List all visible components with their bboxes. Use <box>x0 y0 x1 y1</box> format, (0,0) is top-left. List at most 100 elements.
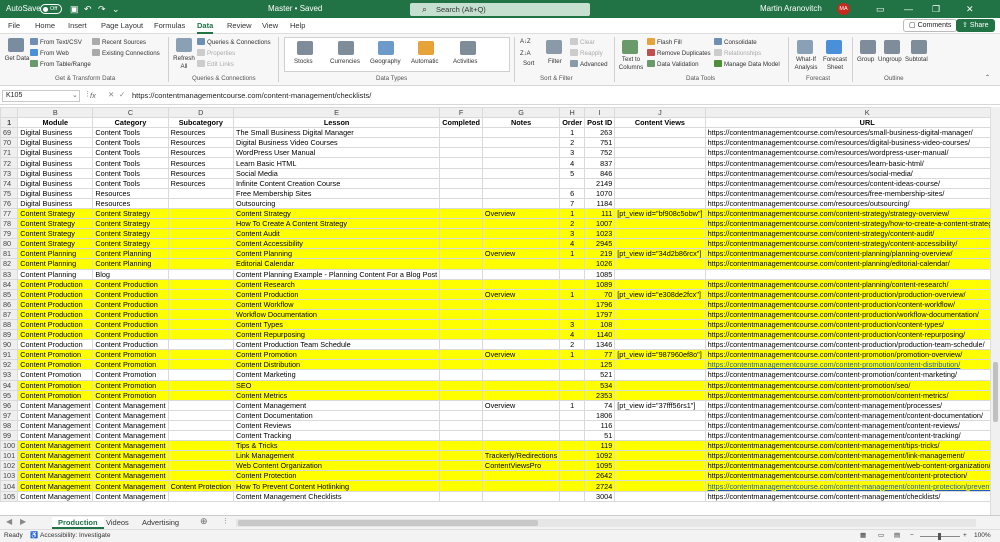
cell-category[interactable]: Content Management <box>92 409 169 421</box>
cell-category[interactable]: Content Tools <box>92 157 169 169</box>
header-order[interactable]: Order <box>559 117 586 129</box>
cell-order[interactable] <box>559 409 586 421</box>
cell-url[interactable]: https://contentmanagementcourse.com/cont… <box>704 258 990 270</box>
cell-order[interactable]: 1 <box>559 127 586 139</box>
cell-url[interactable]: https://contentmanagementcourse.com/cont… <box>704 349 990 361</box>
redo-icon[interactable]: ↷ <box>98 3 106 15</box>
forecast-sheet-button[interactable]: Forecast Sheet <box>822 56 848 72</box>
cell-url[interactable]: https://contentmanagementcourse.com/reso… <box>704 197 990 209</box>
row-number[interactable]: 82 <box>0 258 19 270</box>
tab-data[interactable]: Data <box>197 20 214 34</box>
cell-notes[interactable]: Trackerly/Redirections <box>481 450 561 462</box>
cell-post-id[interactable]: 1092 <box>584 450 616 462</box>
cell-lesson[interactable]: Content Documentation <box>233 409 441 421</box>
cell-order[interactable] <box>559 298 586 310</box>
row-number[interactable]: 81 <box>0 248 19 260</box>
cell-category[interactable]: Content Management <box>92 460 169 472</box>
cell-content-views[interactable] <box>614 177 706 189</box>
row-number[interactable]: 76 <box>0 197 19 209</box>
cell-lesson[interactable]: Content Production <box>233 288 441 300</box>
cell-post-id[interactable]: 1085 <box>584 268 616 280</box>
remove-duplicates-button[interactable]: Remove Duplicates <box>647 49 711 58</box>
flash-fill-button[interactable]: Flash Fill <box>647 38 682 47</box>
cell-subcategory[interactable] <box>167 429 235 442</box>
from-web-button[interactable]: From Web <box>30 49 69 58</box>
cell-content-views[interactable]: [pt_view id="34d2b86rcx"] <box>614 248 706 260</box>
cell-post-id[interactable]: 1026 <box>584 258 616 270</box>
cell-lesson[interactable]: Content Tracking <box>233 429 441 442</box>
cell-content-views[interactable] <box>614 137 706 149</box>
cell-order[interactable]: 2 <box>559 339 586 351</box>
cell-category[interactable]: Content Production <box>92 278 169 290</box>
cell-url[interactable]: https://contentmanagementcourse.com/reso… <box>704 127 990 139</box>
row-number[interactable]: 86 <box>0 298 19 310</box>
row-number[interactable]: 77 <box>0 207 19 220</box>
cell-post-id[interactable]: 74 <box>584 399 616 411</box>
row-number[interactable]: 91 <box>0 349 19 361</box>
cell-url[interactable]: https://contentmanagementcourse.com/cont… <box>704 429 990 442</box>
column-header-b[interactable]: B <box>17 107 94 119</box>
cell-subcategory[interactable]: Resources <box>167 127 235 139</box>
cell-content-views[interactable] <box>614 409 706 421</box>
tab-help[interactable]: Help <box>290 20 305 32</box>
cell-category[interactable]: Content Production <box>92 329 169 341</box>
cell-lesson[interactable]: Content Accessibility <box>233 238 441 250</box>
cell-category[interactable]: Content Production <box>92 298 169 310</box>
cell-module[interactable]: Content Planning <box>17 258 94 270</box>
prev-sheet-icon[interactable]: ◀ <box>6 517 12 526</box>
cell-subcategory[interactable] <box>167 369 235 381</box>
row-number[interactable]: 98 <box>0 419 19 432</box>
column-header-f[interactable]: F <box>439 107 483 119</box>
cell-lesson[interactable]: Outsourcing <box>233 197 441 209</box>
cell-content-views[interactable] <box>614 147 706 159</box>
cell-url[interactable]: https://contentmanagementcourse.com/cont… <box>704 238 990 250</box>
cell-post-id[interactable]: 1797 <box>584 308 616 320</box>
row-number[interactable]: 88 <box>0 318 19 331</box>
cell-content-views[interactable] <box>614 218 706 230</box>
cell-category[interactable]: Content Tools <box>92 177 169 189</box>
cell-lesson[interactable]: Content Planning Example - Planning Cont… <box>233 268 441 280</box>
cell-content-views[interactable]: [pt_view id="37fff56rs1"] <box>614 399 706 411</box>
cell-url[interactable]: https://contentmanagementcourse.com/cont… <box>704 308 990 320</box>
cell-order[interactable]: 1 <box>559 288 586 300</box>
cell-category[interactable]: Content Promotion <box>92 359 169 371</box>
customize-quick-access-icon[interactable]: ⌄ <box>112 3 120 15</box>
cell-lesson[interactable]: Content Types <box>233 318 441 331</box>
cell-completed[interactable] <box>439 399 483 411</box>
cell-category[interactable]: Resources <box>92 187 169 199</box>
activities-button[interactable]: Activities <box>453 58 477 66</box>
cell-post-id[interactable]: 837 <box>584 157 616 169</box>
manage-data-model-button[interactable]: Manage Data Model <box>714 60 780 69</box>
cell-post-id[interactable]: 1089 <box>584 278 616 290</box>
cell-subcategory[interactable] <box>167 308 235 320</box>
cell-completed[interactable] <box>439 258 483 270</box>
cell-content-views[interactable] <box>614 167 706 179</box>
cell-content-views[interactable] <box>614 197 706 209</box>
cell-completed[interactable] <box>439 490 483 502</box>
cell-post-id[interactable]: 521 <box>584 369 616 381</box>
cell-module[interactable]: Content Strategy <box>17 207 94 220</box>
cell-subcategory[interactable] <box>167 197 235 209</box>
cell-module[interactable]: Content Strategy <box>17 238 94 250</box>
cell-subcategory[interactable] <box>167 218 235 230</box>
cell-content-views[interactable] <box>614 490 706 502</box>
cell-completed[interactable] <box>439 389 483 401</box>
close-icon[interactable]: ✕ <box>966 0 974 18</box>
relationships-button[interactable]: Relationships <box>714 49 761 58</box>
row-number[interactable]: 1 <box>0 117 19 129</box>
queries-connections-button[interactable]: Queries & Connections <box>197 38 271 47</box>
cell-order[interactable] <box>559 470 586 482</box>
cell-url[interactable]: https://contentmanagementcourse.com/cont… <box>704 379 990 391</box>
cell-notes[interactable] <box>481 429 561 442</box>
column-header-d[interactable]: D <box>167 107 235 119</box>
cell-post-id[interactable]: 3004 <box>584 490 616 502</box>
cell-lesson[interactable]: Infinite Content Creation Course <box>233 177 441 189</box>
more-options-icon[interactable]: ⋮ <box>222 517 229 525</box>
tab-view[interactable]: View <box>262 20 278 32</box>
cell-completed[interactable] <box>439 419 483 432</box>
cell-completed[interactable] <box>439 359 483 371</box>
cell-lesson[interactable]: Content Research <box>233 278 441 290</box>
cell-completed[interactable] <box>439 308 483 320</box>
cell-notes[interactable] <box>481 359 561 371</box>
cell-content-views[interactable] <box>614 298 706 310</box>
